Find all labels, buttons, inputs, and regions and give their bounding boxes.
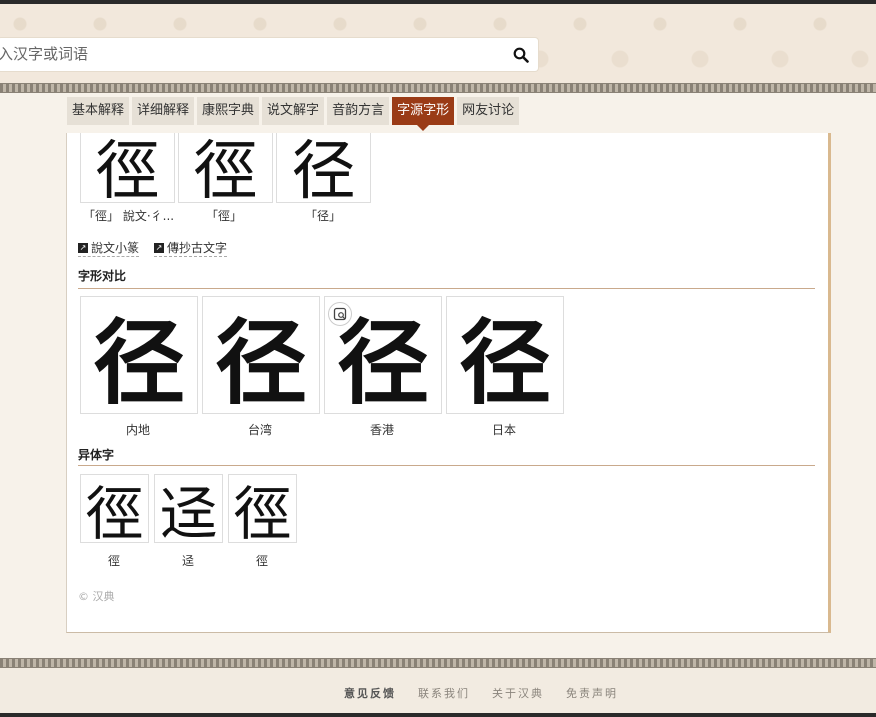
seal-glyph: 徑	[193, 135, 258, 203]
tab-shuowen[interactable]: 说文解字	[262, 97, 325, 125]
tab-detailed[interactable]: 详细解释	[132, 97, 195, 125]
variant-glyph: 徑	[85, 479, 144, 543]
variant-tile[interactable]: 迳	[154, 474, 223, 543]
compare-section-title: 字形对比	[78, 269, 127, 283]
content-panel: 徑 徑 径 「徑」 說文·彳... 「徑」 「径」 ↗ 說文小篆 ↗ 傳抄古文字…	[66, 133, 831, 633]
tab-discussion[interactable]: 网友讨论	[457, 97, 520, 125]
link-label: 傳抄古文字	[167, 241, 228, 255]
seal-tile[interactable]: 徑	[178, 133, 273, 203]
compare-tile-japan[interactable]: 径	[446, 296, 564, 414]
seal-caption: 「徑」 說文·彳...	[83, 209, 175, 223]
seal-tile[interactable]: 径	[276, 133, 371, 203]
variants-section-title: 异体字	[78, 448, 115, 462]
search-icon	[513, 47, 529, 63]
tab-etymology[interactable]: 字源字形	[392, 97, 455, 131]
footer-link-disclaimer[interactable]: 免责声明	[566, 685, 618, 701]
compare-caption: 内地	[126, 423, 151, 437]
tab-basic[interactable]: 基本解释	[67, 97, 130, 125]
variant-glyph: 徑	[233, 479, 292, 543]
search-box	[0, 38, 538, 71]
compare-tile-taiwan[interactable]: 径	[202, 296, 320, 414]
image-search-button[interactable]	[328, 302, 352, 326]
ancient-script-link[interactable]: ↗ 傳抄古文字	[154, 239, 228, 257]
variant-tile[interactable]: 徑	[80, 474, 149, 543]
seal-caption: 「徑」	[206, 209, 243, 223]
variant-glyph: 迳	[159, 479, 218, 543]
variant-caption[interactable]: 徑	[256, 552, 268, 569]
footer-link-about[interactable]: 关于汉典	[492, 685, 544, 701]
footer-link-feedback[interactable]: 意见反馈	[344, 685, 396, 701]
compare-caption: 香港	[370, 423, 395, 437]
compare-glyph: 径	[214, 309, 307, 414]
footer-link-contact[interactable]: 联系我们	[418, 685, 470, 701]
shuowen-seal-link[interactable]: ↗ 說文小篆	[78, 239, 140, 257]
search-input[interactable]	[0, 38, 488, 71]
link-label: 說文小篆	[91, 241, 140, 255]
tab-bar: 基本解释 详细解释 康熙字典 说文解字 音韵方言 字源字形 网友讨论	[67, 97, 520, 131]
footer-links: 意见反馈 联系我们 关于汉典 免责声明	[344, 685, 618, 701]
compare-caption: 日本	[492, 423, 517, 437]
tab-phonology[interactable]: 音韵方言	[327, 97, 390, 125]
search-button[interactable]	[510, 44, 532, 66]
window-bottom-border	[0, 713, 876, 717]
seal-glyph: 徑	[95, 135, 160, 203]
decorative-border-top	[0, 83, 876, 93]
compare-glyph: 径	[92, 309, 185, 414]
seal-tile[interactable]: 徑	[80, 133, 175, 203]
compare-glyph: 径	[458, 309, 551, 414]
external-link-icon: ↗	[78, 242, 88, 253]
compare-tile-mainland[interactable]: 径	[80, 296, 198, 414]
variant-caption[interactable]: 徑	[108, 552, 120, 569]
footer: 意见反馈 联系我们 关于汉典 免责声明	[0, 668, 876, 717]
variant-tile[interactable]: 徑	[228, 474, 297, 543]
section-divider	[78, 465, 815, 466]
tab-kangxi[interactable]: 康熙字典	[197, 97, 260, 125]
decorative-border-bottom	[0, 658, 876, 668]
copyright: © 汉典	[78, 590, 115, 603]
variant-caption[interactable]: 迳	[182, 552, 194, 569]
external-link-icon: ↗	[154, 242, 164, 253]
section-divider	[78, 288, 815, 289]
compare-caption: 台湾	[248, 423, 273, 437]
image-search-icon	[333, 307, 347, 321]
seal-glyph: 径	[291, 135, 356, 203]
seal-caption: 「径」	[305, 209, 342, 223]
